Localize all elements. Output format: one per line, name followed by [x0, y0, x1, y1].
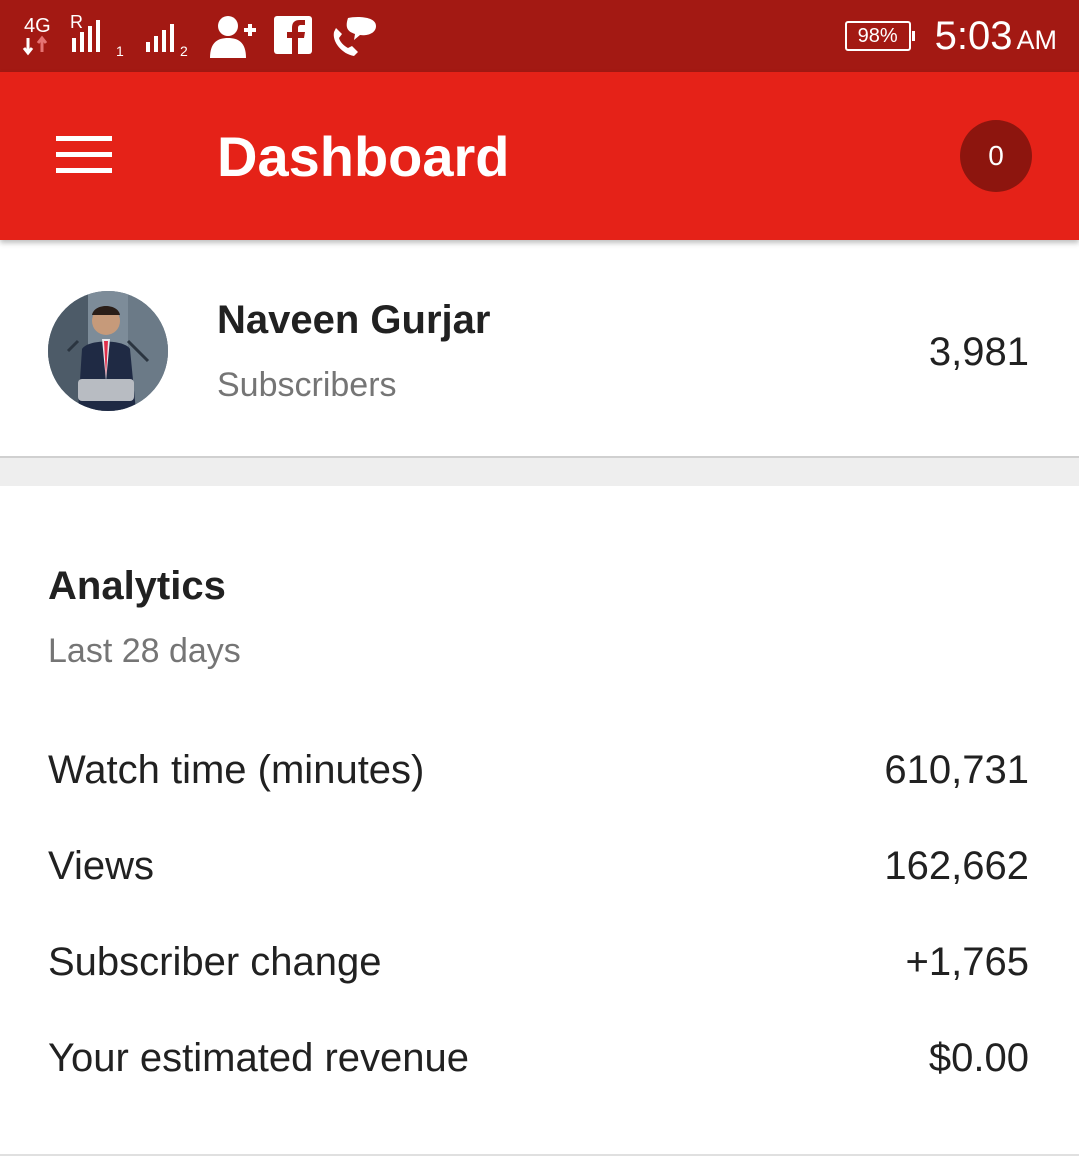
subscribers-count: 3,981 — [928, 330, 1029, 374]
subscribers-label: Subscribers — [217, 366, 397, 404]
add-contact-icon — [208, 12, 258, 63]
clock-time: 5:03 — [934, 13, 1013, 58]
clock-ampm: AM — [1016, 24, 1058, 55]
facebook-icon — [272, 12, 316, 63]
network-4g-icon: 4G — [22, 12, 56, 63]
metric-value: 610,731 — [884, 748, 1029, 792]
signal-sim2-icon: 2 — [144, 12, 194, 63]
battery-level: 98% — [857, 25, 898, 47]
metric-label: Your estimated revenue — [48, 1036, 470, 1080]
channel-name: Naveen Gurjar — [217, 298, 491, 342]
analytics-period: Last 28 days — [48, 632, 241, 670]
svg-text:4G: 4G — [24, 15, 51, 37]
svg-text:2: 2 — [180, 43, 188, 58]
status-icons: 4G R 1 2 — [22, 12, 394, 62]
avatar — [48, 291, 168, 411]
app-bar: Dashboard 0 — [0, 72, 1079, 240]
metric-row-subscriber-change[interactable]: Subscriber change +1,765 — [0, 922, 1079, 1002]
metric-label: Watch time (minutes) — [48, 748, 425, 792]
analytics-card: Analytics Last 28 days Watch time (minut… — [0, 486, 1079, 1156]
clock: 5:03 AM — [935, 14, 1057, 59]
chat-call-icon — [330, 12, 380, 63]
metric-value: 162,662 — [884, 844, 1029, 888]
metric-row-estimated-revenue[interactable]: Your estimated revenue $0.00 — [0, 1018, 1079, 1098]
analytics-title: Analytics — [48, 564, 226, 608]
metric-value: +1,765 — [905, 940, 1029, 984]
metric-row-views[interactable]: Views 162,662 — [0, 826, 1079, 906]
notification-badge[interactable]: 0 — [960, 120, 1032, 192]
page-title: Dashboard — [217, 125, 510, 188]
svg-text:R: R — [70, 12, 83, 32]
svg-text:1: 1 — [116, 43, 124, 58]
status-bar: 4G R 1 2 98% 5:03 AM — [0, 0, 1079, 72]
status-right: 98% 5:03 AM — [844, 0, 1057, 72]
metric-label: Views — [48, 844, 154, 888]
section-divider — [0, 458, 1079, 486]
hamburger-menu-icon[interactable] — [40, 116, 128, 196]
metric-label: Subscriber change — [48, 940, 382, 984]
battery-icon: 98% — [844, 21, 915, 51]
channel-card[interactable]: Naveen Gurjar Subscribers 3,981 — [0, 240, 1079, 458]
signal-sim1-icon: R 1 — [70, 12, 130, 63]
metric-row-watch-time[interactable]: Watch time (minutes) 610,731 — [0, 730, 1079, 810]
metric-value: $0.00 — [928, 1036, 1029, 1080]
